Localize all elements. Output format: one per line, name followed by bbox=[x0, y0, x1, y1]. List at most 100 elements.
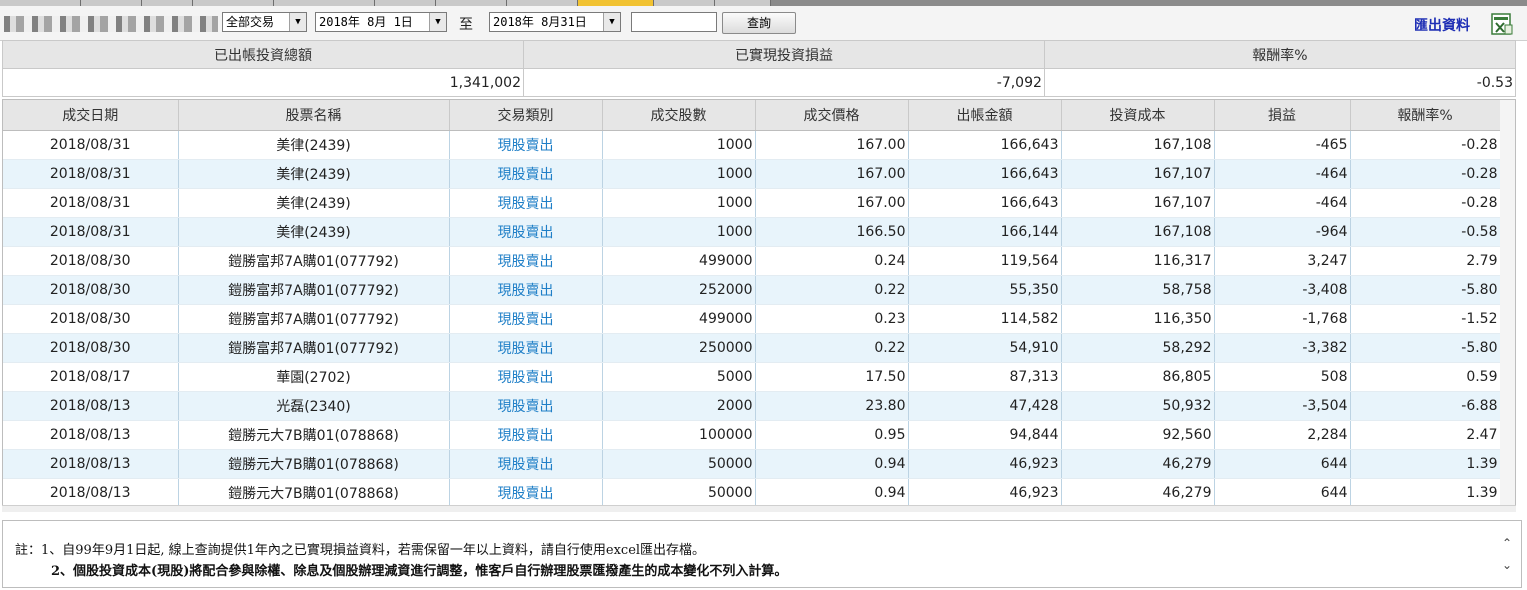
trade-type-select[interactable]: 全部交易 ▼ bbox=[222, 12, 307, 32]
cell-stock-name: 鎧勝元大7B購01(078868) bbox=[178, 420, 450, 450]
cell-trade-type-link[interactable]: 現股賣出 bbox=[449, 362, 603, 392]
table-row[interactable]: 2018/08/31 美律(2439) 現股賣出 1000 167.00 166,643 1… bbox=[3, 130, 1501, 160]
table-row[interactable]: 2018/08/13 鎧勝元大7B購01(078868) 現股賣出 50000 0.94… bbox=[3, 449, 1501, 479]
cell-trade-date: 2018/08/30 bbox=[3, 246, 179, 276]
cell-shares: 499000 bbox=[602, 246, 756, 276]
cell-trade-type-link[interactable]: 現股賣出 bbox=[449, 217, 603, 247]
cell-trade-date: 2018/08/17 bbox=[3, 362, 179, 392]
cell-trade-type-link[interactable]: 現股賣出 bbox=[449, 478, 603, 508]
cell-shares: 1000 bbox=[602, 130, 756, 160]
col-header-cost[interactable]: 投資成本 bbox=[1061, 100, 1215, 131]
cell-amount: 47,428 bbox=[908, 391, 1062, 421]
cell-return: -1.52 bbox=[1350, 304, 1501, 334]
transactions-grid: 成交日期 股票名稱 交易類別 成交股數 成交價格 出帳金額 投資成本 損益 報酬… bbox=[2, 99, 1516, 511]
cell-price: 0.94 bbox=[755, 449, 909, 479]
chevron-down-icon[interactable]: ▼ bbox=[429, 13, 446, 31]
table-row[interactable]: 2018/08/30 鎧勝富邦7A購01(077792) 現股賣出 250000 0.2… bbox=[3, 333, 1501, 363]
cell-trade-type-link[interactable]: 現股賣出 bbox=[449, 275, 603, 305]
cell-price: 17.50 bbox=[755, 362, 909, 392]
table-row[interactable]: 2018/08/13 鎧勝元大7B購01(078868) 現股賣出 50000 0.94… bbox=[3, 478, 1501, 508]
cell-pnl: -3,504 bbox=[1214, 391, 1351, 421]
cell-stock-name: 鎧勝富邦7A購01(077792) bbox=[178, 333, 450, 363]
cell-cost: 167,107 bbox=[1061, 159, 1215, 189]
cell-stock-name: 美律(2439) bbox=[178, 188, 450, 218]
col-header-pnl[interactable]: 損益 bbox=[1214, 100, 1351, 131]
cell-pnl: -964 bbox=[1214, 217, 1351, 247]
toolbar: 全部交易 ▼ 2018年 8月 1日 ▼ 至 2018年 8月31日 ▼ 查詢 … bbox=[0, 6, 1527, 41]
cell-trade-type-link[interactable]: 現股賣出 bbox=[449, 391, 603, 421]
table-row[interactable]: 2018/08/30 鎧勝富邦7A購01(077792) 現股賣出 499000 0.2… bbox=[3, 304, 1501, 334]
cell-trade-type-link[interactable]: 現股賣出 bbox=[449, 449, 603, 479]
cell-shares: 5000 bbox=[602, 362, 756, 392]
cell-return: -0.58 bbox=[1350, 217, 1501, 247]
cell-shares: 1000 bbox=[602, 188, 756, 218]
cell-price: 0.22 bbox=[755, 275, 909, 305]
cell-trade-type-link[interactable]: 現股賣出 bbox=[449, 420, 603, 450]
cell-return: -0.28 bbox=[1350, 188, 1501, 218]
table-row[interactable]: 2018/08/30 鎧勝富邦7A購01(077792) 現股賣出 499000 0.2… bbox=[3, 246, 1501, 276]
cell-trade-date: 2018/08/31 bbox=[3, 217, 179, 247]
col-header-trade-date[interactable]: 成交日期 bbox=[3, 100, 179, 131]
table-row[interactable]: 2018/08/31 美律(2439) 現股賣出 1000 167.00 166,643 1… bbox=[3, 159, 1501, 189]
col-header-amount[interactable]: 出帳金額 bbox=[908, 100, 1062, 131]
table-row[interactable]: 2018/08/13 光磊(2340) 現股賣出 2000 23.80 47,428 50,… bbox=[3, 391, 1501, 421]
grid-scrollbar[interactable] bbox=[1500, 100, 1515, 510]
cell-stock-name: 光磊(2340) bbox=[178, 391, 450, 421]
start-date-value: 2018年 8月 1日 bbox=[319, 15, 413, 29]
cell-return: 2.79 bbox=[1350, 246, 1501, 276]
account-selector-redacted[interactable] bbox=[4, 16, 218, 32]
cell-return: -0.28 bbox=[1350, 159, 1501, 189]
cell-pnl: 2,284 bbox=[1214, 420, 1351, 450]
scroll-down-icon[interactable]: ⌄ bbox=[1499, 557, 1515, 573]
cell-price: 167.00 bbox=[755, 188, 909, 218]
table-row[interactable]: 2018/08/31 美律(2439) 現股賣出 1000 167.00 166,643 1… bbox=[3, 188, 1501, 218]
table-row[interactable]: 2018/08/31 美律(2439) 現股賣出 1000 166.50 166,144 1… bbox=[3, 217, 1501, 247]
export-data-link[interactable]: 匯出資料 bbox=[1414, 15, 1470, 35]
grid-header-row: 成交日期 股票名稱 交易類別 成交股數 成交價格 出帳金額 投資成本 損益 報酬… bbox=[3, 100, 1501, 131]
col-header-trade-type[interactable]: 交易類別 bbox=[449, 100, 603, 131]
cell-price: 0.94 bbox=[755, 478, 909, 508]
excel-icon[interactable] bbox=[1490, 12, 1514, 36]
cell-stock-name: 鎧勝富邦7A購01(077792) bbox=[178, 275, 450, 305]
chevron-down-icon[interactable]: ▼ bbox=[289, 13, 306, 31]
horizontal-scrollbar[interactable] bbox=[2, 505, 1516, 512]
cell-amount: 46,923 bbox=[908, 449, 1062, 479]
cell-shares: 100000 bbox=[602, 420, 756, 450]
cell-amount: 55,350 bbox=[908, 275, 1062, 305]
table-row[interactable]: 2018/08/30 鎧勝富邦7A購01(077792) 現股賣出 252000 0.2… bbox=[3, 275, 1501, 305]
stock-code-input[interactable] bbox=[631, 12, 717, 32]
query-button[interactable]: 查詢 bbox=[722, 12, 796, 34]
start-date-picker[interactable]: 2018年 8月 1日 ▼ bbox=[315, 12, 447, 32]
cell-amount: 46,923 bbox=[908, 478, 1062, 508]
cell-stock-name: 美律(2439) bbox=[178, 130, 450, 160]
cell-trade-type-link[interactable]: 現股賣出 bbox=[449, 188, 603, 218]
cell-trade-date: 2018/08/30 bbox=[3, 304, 179, 334]
cell-cost: 167,107 bbox=[1061, 188, 1215, 218]
cell-trade-type-link[interactable]: 現股賣出 bbox=[449, 159, 603, 189]
chevron-down-icon[interactable]: ▼ bbox=[603, 13, 620, 31]
cell-amount: 166,643 bbox=[908, 130, 1062, 160]
cell-trade-date: 2018/08/31 bbox=[3, 130, 179, 160]
cell-pnl: 644 bbox=[1214, 478, 1351, 508]
scroll-up-icon[interactable]: ⌃ bbox=[1499, 535, 1515, 551]
cell-shares: 250000 bbox=[602, 333, 756, 363]
col-header-stock-name[interactable]: 股票名稱 bbox=[178, 100, 450, 131]
end-date-picker[interactable]: 2018年 8月31日 ▼ bbox=[489, 12, 621, 32]
cell-trade-type-link[interactable]: 現股賣出 bbox=[449, 130, 603, 160]
note-line-1: 註：1、自99年9月1日起, 線上查詢提供1年內之已實現損益資料，若需保留一年以… bbox=[15, 543, 706, 558]
cell-trade-type-link[interactable]: 現股賣出 bbox=[449, 246, 603, 276]
cell-amount: 94,844 bbox=[908, 420, 1062, 450]
cell-return: -5.80 bbox=[1350, 333, 1501, 363]
cell-cost: 46,279 bbox=[1061, 449, 1215, 479]
table-row[interactable]: 2018/08/13 鎧勝元大7B購01(078868) 現股賣出 100000 0.9… bbox=[3, 420, 1501, 450]
col-header-return[interactable]: 報酬率% bbox=[1350, 100, 1501, 131]
table-row[interactable]: 2018/08/17 華園(2702) 現股賣出 5000 17.50 87,313 86,… bbox=[3, 362, 1501, 392]
cell-shares: 2000 bbox=[602, 391, 756, 421]
cell-trade-type-link[interactable]: 現股賣出 bbox=[449, 304, 603, 334]
cell-amount: 54,910 bbox=[908, 333, 1062, 363]
col-header-shares[interactable]: 成交股數 bbox=[602, 100, 756, 131]
cell-amount: 166,643 bbox=[908, 188, 1062, 218]
cell-trade-type-link[interactable]: 現股賣出 bbox=[449, 333, 603, 363]
cell-stock-name: 鎧勝富邦7A購01(077792) bbox=[178, 246, 450, 276]
col-header-price[interactable]: 成交價格 bbox=[755, 100, 909, 131]
